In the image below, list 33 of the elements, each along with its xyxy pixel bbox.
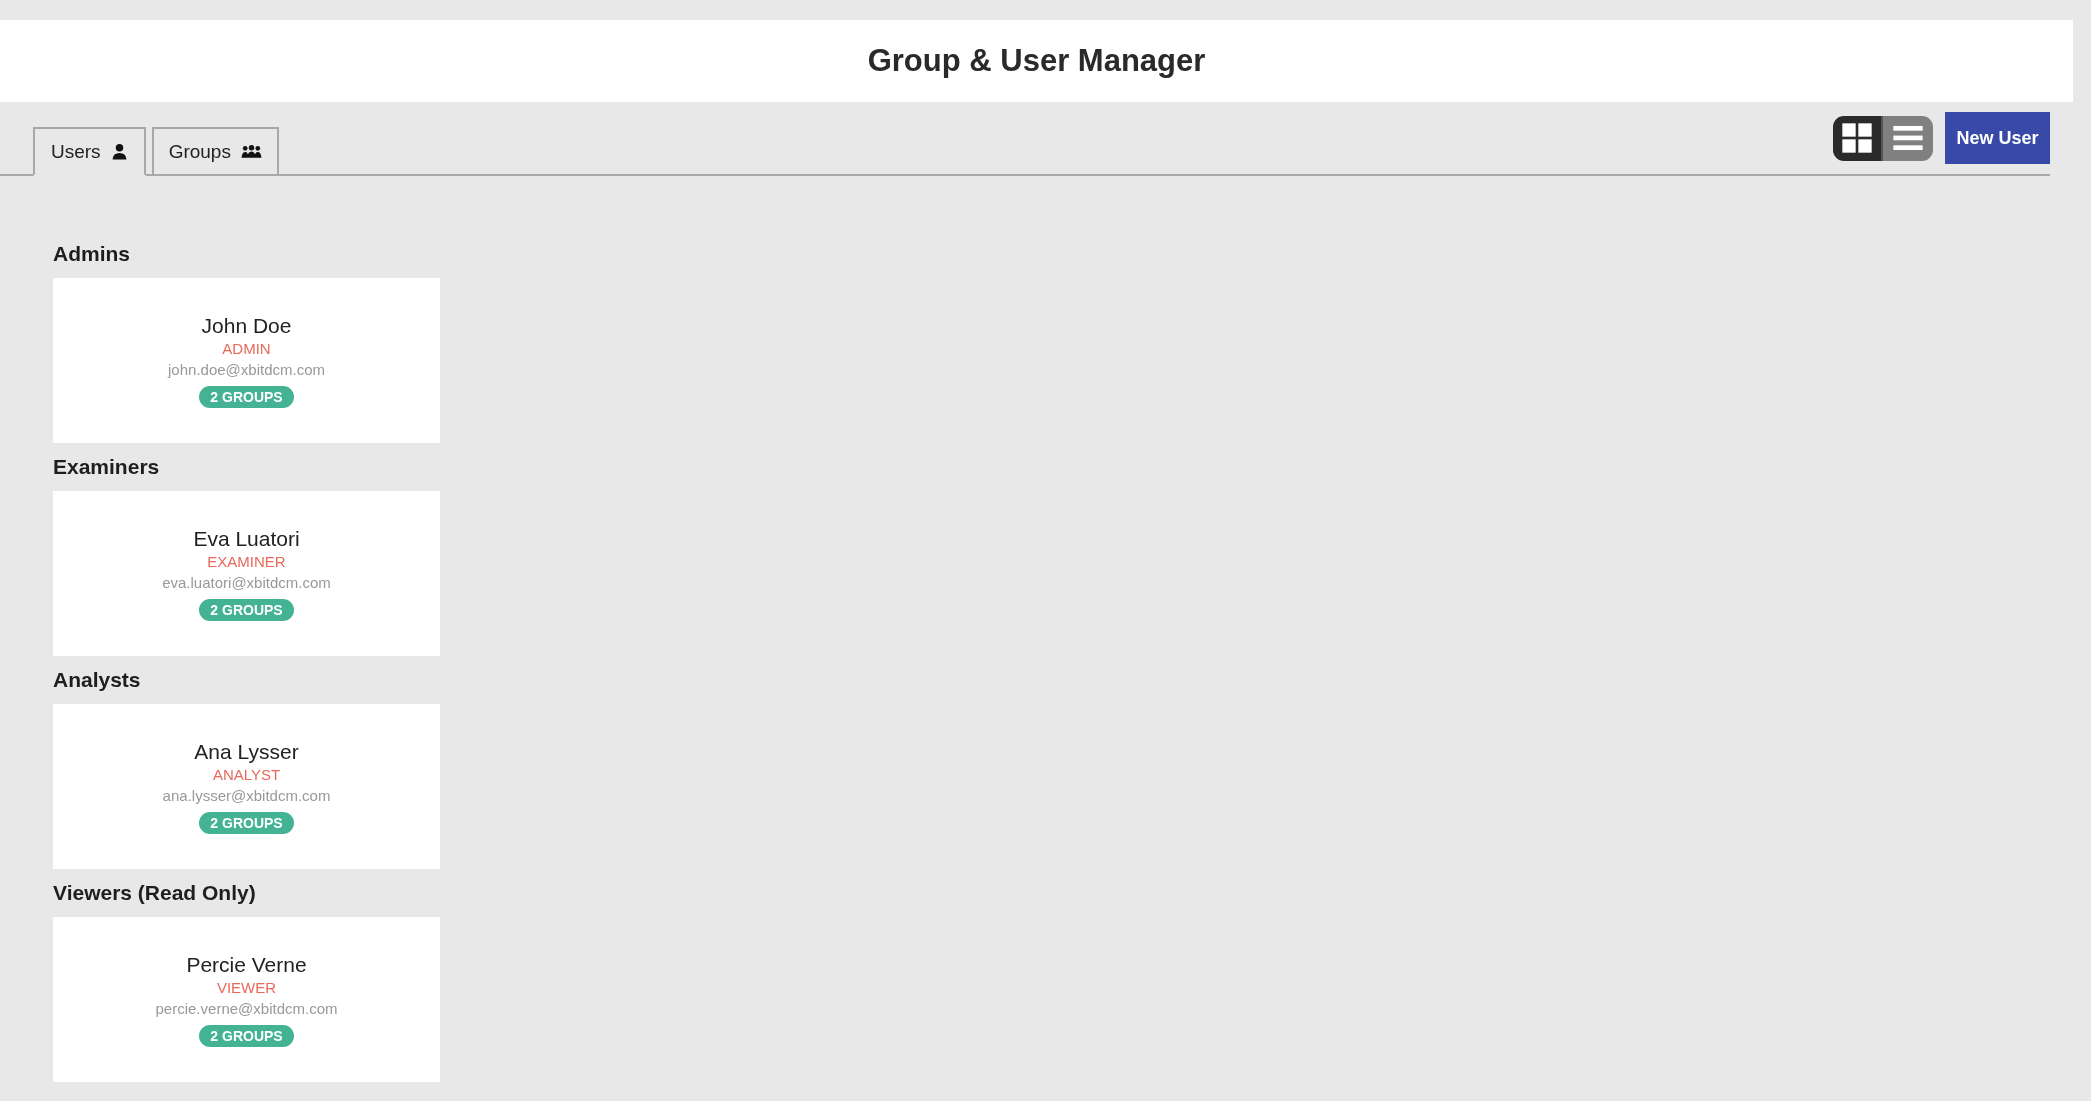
user-name: Ana Lysser: [194, 739, 299, 764]
user-role: VIEWER: [216, 978, 277, 996]
user-card[interactable]: John Doe ADMIN john.doe@xbitdcm.com 2 GROUPS: [53, 278, 440, 443]
tab[interactable]: Users: [33, 127, 146, 176]
user-name: John Doe: [201, 313, 292, 338]
user-card[interactable]: Ana Lysser ANALYST ana.lysser@xbitdcm.com 2 GROUPS: [53, 704, 440, 869]
groups-badge: 2 GROUPS: [199, 598, 294, 621]
group-icon: [240, 144, 262, 159]
grid-icon: [1841, 122, 1873, 154]
user-email: ana.lysser@xbitdcm.com: [162, 786, 331, 804]
user-email: percie.verne@xbitdcm.com: [155, 999, 338, 1017]
section-heading: Admins: [53, 241, 131, 267]
section-heading: Examiners: [53, 454, 161, 480]
groups-badge: 2 GROUPS: [199, 1024, 294, 1047]
groups-badge: 2 GROUPS: [199, 385, 294, 408]
user-card[interactable]: Percie Verne VIEWER percie.verne@xbitdcm.com 2 GROUPS: [53, 917, 440, 1082]
user-icon: [110, 143, 128, 160]
groups-badge: 2 GROUPS: [199, 811, 294, 834]
list-view-button[interactable]: [1883, 115, 1933, 161]
user-role: ANALYST: [212, 765, 281, 783]
app-title: Group & User Manager: [867, 43, 1206, 79]
user-card[interactable]: Eva Luatori EXAMINER eva.luatori@xbitdcm.com 2 GROUPS: [53, 491, 440, 656]
new-user-button[interactable]: New User: [1945, 112, 2050, 164]
user-role: ADMIN: [222, 339, 271, 357]
user-email: eva.luatori@xbitdcm.com: [162, 573, 331, 591]
tab[interactable]: Groups: [151, 127, 279, 174]
user-name: Eva Luatori: [193, 526, 300, 551]
section-heading: Viewers (Read Only): [53, 880, 257, 906]
user-name: Percie Verne: [186, 952, 307, 977]
grid-view-button[interactable]: [1833, 115, 1883, 161]
user-role: EXAMINER: [207, 552, 286, 570]
user-email: john.doe@xbitdcm.com: [168, 360, 325, 378]
section-heading: Analysts: [53, 667, 142, 693]
